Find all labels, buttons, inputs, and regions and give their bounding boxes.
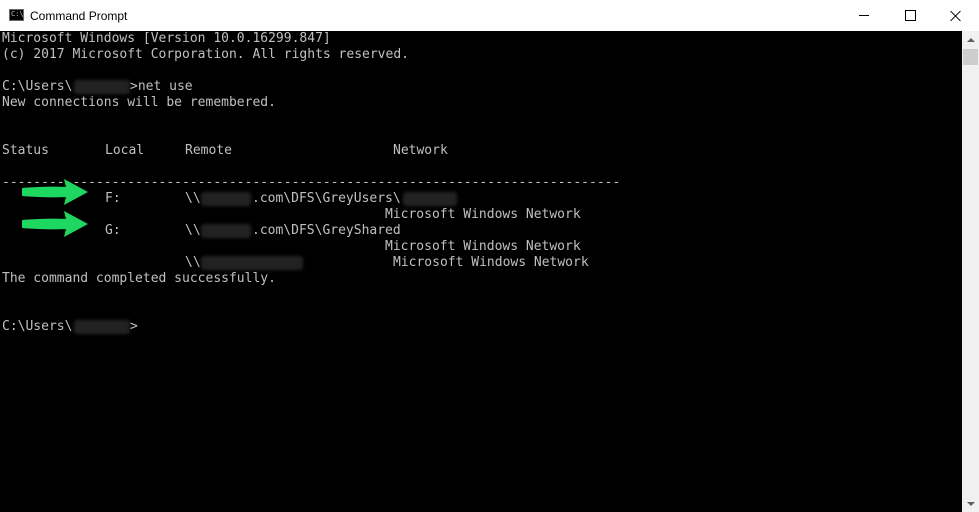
- row-f-remote-prefix: \\: [185, 191, 201, 206]
- redacted-username: [74, 320, 130, 334]
- row-f-local: F:: [105, 191, 121, 206]
- minimize-button[interactable]: [841, 0, 887, 31]
- row-3-network: Microsoft Windows Network: [393, 255, 589, 270]
- green-arrow-icon: [22, 179, 88, 205]
- redacted-username: [74, 80, 130, 94]
- header-status: Status: [2, 143, 49, 158]
- cmd-icon[interactable]: C:\_: [9, 9, 28, 21]
- maximize-icon: [904, 10, 916, 21]
- minimize-icon: [859, 15, 869, 16]
- cmd-icon-glyph: C:\_: [11, 10, 28, 18]
- version-line: Microsoft Windows [Version 10.0.16299.84…: [2, 31, 331, 46]
- title-bar[interactable]: C:\_ Command Prompt: [0, 0, 979, 31]
- chevron-up-icon: [966, 37, 975, 42]
- final-prompt-path: C:\Users\: [2, 319, 73, 334]
- close-icon: [950, 10, 962, 22]
- row-g-local: G:: [105, 223, 121, 238]
- row-f-network: Microsoft Windows Network: [385, 207, 581, 222]
- window-title: Command Prompt: [30, 9, 128, 23]
- maximize-button[interactable]: [887, 0, 933, 31]
- remember-message: New connections will be remembered.: [2, 95, 276, 110]
- chevron-down-icon: [966, 501, 975, 506]
- command-prompt-window: C:\_ Command Prompt Microsoft Windows [V…: [0, 0, 979, 512]
- scroll-up-button[interactable]: [962, 31, 979, 48]
- copyright-line: (c) 2017 Microsoft Corporation. All righ…: [2, 47, 409, 62]
- header-network: Network: [393, 143, 448, 158]
- scroll-thumb[interactable]: [963, 49, 978, 65]
- row-g-remote-path: .com\DFS\GreyShared: [252, 223, 401, 238]
- row-g-network: Microsoft Windows Network: [385, 239, 581, 254]
- redacted-domain: [201, 224, 251, 238]
- header-remote: Remote: [185, 143, 232, 158]
- row-3-remote-prefix: \\: [185, 255, 201, 270]
- row-f-remote-path: .com\DFS\GreyUsers\: [252, 191, 401, 206]
- redacted-domain: [201, 192, 251, 206]
- console-output[interactable]: Microsoft Windows [Version 10.0.16299.84…: [0, 31, 962, 512]
- completion-message: The command completed successfully.: [2, 271, 276, 286]
- row-g-remote-prefix: \\: [185, 223, 201, 238]
- redacted-remote-path: [201, 256, 303, 270]
- redacted-user-folder: [403, 192, 457, 206]
- green-arrow-icon: [22, 211, 88, 237]
- vertical-scrollbar[interactable]: [962, 31, 979, 512]
- final-prompt-suffix: >: [130, 319, 138, 334]
- header-local: Local: [105, 143, 145, 158]
- command-prompt-path: C:\Users\: [2, 79, 73, 94]
- scroll-down-button[interactable]: [962, 495, 979, 512]
- command-text: >net use: [130, 79, 193, 94]
- table-separator: ----------------------------------------…: [2, 175, 621, 190]
- close-button[interactable]: [933, 0, 979, 31]
